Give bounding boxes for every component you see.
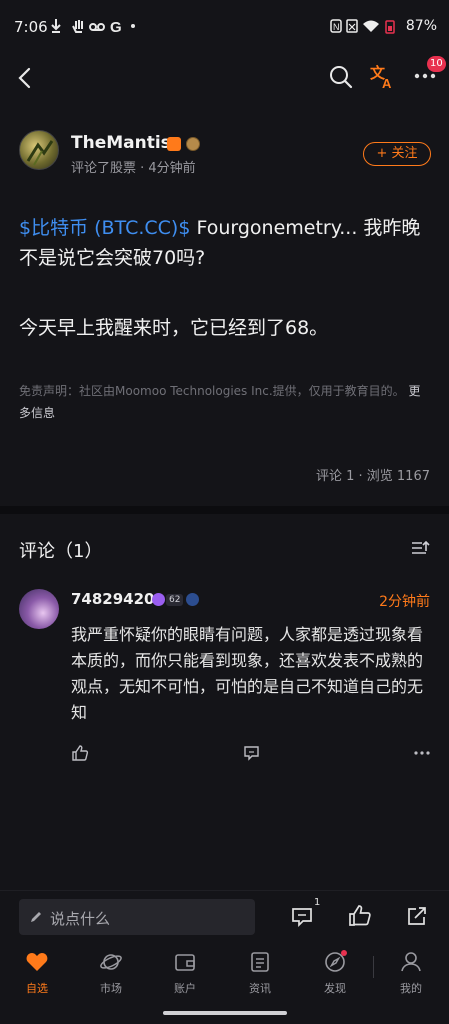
thumbs-up-icon [72, 745, 89, 761]
comment-more-button[interactable] [414, 744, 430, 760]
system-icons: N [330, 19, 395, 34]
news-icon [248, 950, 272, 974]
comments-title: 评论（1） [19, 541, 103, 562]
comment-like-button[interactable] [71, 744, 89, 762]
author-meta: 评论了股票 · 4分钟前 [71, 161, 196, 176]
comment-time: 2分钟前 [379, 594, 430, 610]
tab-me[interactable]: 我的 [386, 950, 436, 996]
sort-icon [412, 540, 430, 554]
tab-discover[interactable]: 发现 [310, 950, 360, 996]
tab-bar [0, 944, 449, 1004]
comment-count: 1 [314, 897, 321, 908]
battery-percent: 87% [405, 18, 437, 34]
sort-button[interactable] [410, 538, 430, 558]
commenter-name[interactable]: 74829420 [71, 590, 155, 608]
tab-label: 市场 [100, 982, 122, 995]
verified-badge-icon [167, 137, 181, 151]
heart-icon [25, 950, 49, 974]
comment-button[interactable] [291, 906, 313, 928]
commenter-avatar[interactable] [19, 589, 59, 629]
post-body: $比特币 (BTC.CC)$ Fourgonemetry... 我昨晚不是说它会… [19, 213, 431, 273]
hand-icon [72, 20, 83, 33]
commenter-level: 62 [166, 594, 184, 606]
translate-icon: 文 A [370, 64, 392, 91]
tab-label: 资讯 [249, 982, 271, 995]
author-name[interactable]: TheMantis [71, 133, 171, 153]
comment-reply-button[interactable] [243, 745, 260, 761]
tab-label: 我的 [400, 982, 422, 995]
sim-icon [346, 19, 358, 33]
tab-watchlist[interactable]: 自选 [12, 950, 62, 996]
tab-label: 发现 [324, 982, 346, 995]
person-icon [399, 950, 423, 974]
thumbs-up-icon [349, 905, 371, 926]
ticker-link[interactable]: $比特币 (BTC.CC)$ [19, 217, 190, 239]
google-icon: G [110, 19, 124, 35]
search-button[interactable] [328, 64, 354, 90]
tab-label: 自选 [26, 982, 48, 995]
member-badge-icon [186, 593, 199, 606]
notification-icons-group: G [51, 19, 135, 36]
disclaimer: 免责声明：社区由Moomoo Technologies Inc.提供，仅用于教育… [19, 380, 431, 424]
svg-text:N: N [333, 22, 340, 32]
translate-button[interactable]: 文 A [370, 62, 396, 91]
disclaimer-text: 免责声明：社区由Moomoo Technologies Inc.提供，仅用于教育… [19, 384, 405, 398]
chevron-left-icon [18, 67, 31, 89]
tab-markets[interactable]: 市场 [86, 950, 136, 996]
tab-news[interactable]: 资讯 [235, 950, 285, 996]
tab-account[interactable]: 账户 [160, 950, 210, 996]
rank-badge-icon [186, 137, 200, 151]
reply-bubble-icon [244, 746, 259, 761]
wifi-icon [362, 20, 379, 32]
mantis-avatar-image [26, 140, 54, 166]
tab-separator [373, 956, 374, 978]
compass-icon [323, 950, 347, 974]
status-time: 7:06 [14, 18, 48, 36]
home-indicator[interactable] [163, 1011, 287, 1015]
share-icon [408, 907, 426, 925]
comment-input-placeholder: 说点什么 [50, 910, 111, 928]
back-button[interactable] [12, 64, 40, 92]
share-button[interactable] [406, 905, 428, 927]
wallet-icon [173, 950, 197, 974]
author-avatar[interactable] [19, 130, 59, 170]
svg-text:A: A [382, 76, 392, 90]
post-line2: 今天早上我醒来时，它已经到了68。 [19, 317, 329, 339]
level-shield-icon [152, 593, 165, 606]
follow-button[interactable]: + 关注 [363, 142, 431, 166]
post-stats: 评论 1 · 浏览 1167 [315, 469, 430, 484]
comment-bubble-icon [292, 908, 312, 928]
pencil-icon [29, 909, 43, 923]
section-divider [0, 506, 449, 514]
status-notification-icons: G [50, 17, 140, 39]
comment-text: 我严重怀疑你的眼睛有问题，人家都是透过现象看本质的，而你只能看到现象，还喜欢发表… [71, 625, 424, 722]
download-icon [51, 19, 61, 33]
dot-icon [131, 24, 135, 28]
like-button[interactable] [348, 904, 372, 928]
more-dots-icon [414, 751, 430, 755]
planet-icon [99, 950, 123, 974]
search-icon [330, 66, 353, 89]
tab-label: 账户 [174, 982, 196, 995]
status-right: N 87% [330, 18, 437, 34]
notification-badge: 10 [427, 56, 446, 72]
